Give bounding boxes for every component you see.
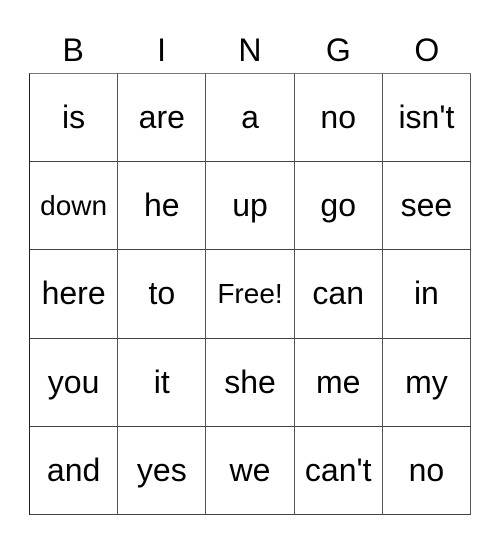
bingo-header: B I N G O <box>29 28 471 72</box>
bingo-cell[interactable]: my <box>382 338 471 427</box>
header-letter-g: G <box>325 32 351 68</box>
bingo-cell[interactable]: no <box>382 426 471 515</box>
header-letter-b: B <box>62 32 84 68</box>
bingo-cell[interactable]: you <box>30 338 119 427</box>
bingo-cell[interactable]: can't <box>294 426 383 515</box>
bingo-cell[interactable]: here <box>30 250 119 339</box>
header-letter-o: O <box>414 32 440 68</box>
bingo-cell[interactable]: isn't <box>382 74 471 163</box>
bingo-cell[interactable]: are <box>118 74 207 163</box>
header-letter-n: N <box>238 32 262 68</box>
bingo-cell[interactable]: a <box>206 74 295 163</box>
bingo-cell[interactable]: can <box>294 250 383 339</box>
bingo-cell[interactable]: it <box>118 338 207 427</box>
bingo-cell[interactable]: no <box>294 74 383 163</box>
bingo-cell[interactable]: me <box>294 338 383 427</box>
bingo-cell[interactable]: we <box>206 426 295 515</box>
bingo-grid: is are a no isn't down he up go see here… <box>29 73 471 515</box>
bingo-cell[interactable]: she <box>206 338 295 427</box>
bingo-cell[interactable]: go <box>294 162 383 251</box>
header-letter-i: I <box>157 32 167 68</box>
free-space-cell[interactable]: Free! <box>206 250 295 339</box>
bingo-cell[interactable]: in <box>382 250 471 339</box>
bingo-cell[interactable]: is <box>30 74 119 163</box>
bingo-cell[interactable]: up <box>206 162 295 251</box>
bingo-cell[interactable]: and <box>30 426 119 515</box>
bingo-cell[interactable]: he <box>118 162 207 251</box>
bingo-cell[interactable]: down <box>30 162 119 251</box>
bingo-cell[interactable]: to <box>118 250 207 339</box>
bingo-cell[interactable]: yes <box>118 426 207 515</box>
bingo-cell[interactable]: see <box>382 162 471 251</box>
